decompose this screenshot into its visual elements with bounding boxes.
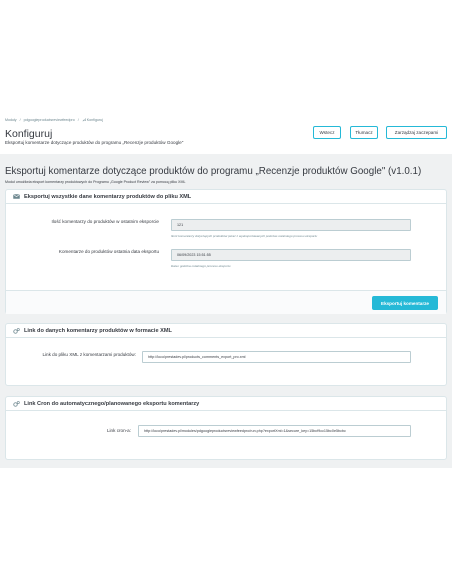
xml-link-label: Link do pliku XML z komentarzami produkt… <box>42 352 136 357</box>
export-count-label: Ilość komentarzy do produktów w ostatnim… <box>51 219 160 224</box>
cron-link-panel-header: Link Cron do automatycznego/planowanego … <box>6 397 446 411</box>
top-blank-area <box>0 0 452 118</box>
export-count-field: 121 <box>171 219 411 231</box>
export-count-help: Ilość komentarzy dotyczących produktów (… <box>171 234 318 238</box>
export-panel-header: Eksportuj wszystkie dane komentarzy prod… <box>6 190 446 204</box>
export-date-help: Data i godzina ostatniego procesu ekspor… <box>171 264 231 268</box>
page-title: Konfiguruj <box>5 128 53 140</box>
page-subtitle: Eksportuj komentarze dotyczące produktów… <box>5 140 184 145</box>
cron-link-panel: Link Cron do automatycznego/planowanego … <box>5 396 447 460</box>
export-panel: Eksportuj wszystkie dane komentarzy prod… <box>5 189 447 314</box>
export-date-field: 06/09/2023 15:51:55 <box>171 249 411 261</box>
xml-link-panel-title: Link do danych komentarzy produktów w fo… <box>24 327 172 334</box>
breadcrumb: Moduły / pdgoogleproductsreviewfeedpro /… <box>5 118 105 122</box>
breadcrumb-module-name[interactable]: pdgoogleproductsreviewfeedpro <box>24 118 75 122</box>
translate-button[interactable]: Tłumacz <box>350 126 378 139</box>
export-date-label: Komentarze do produktów ostatnia data ek… <box>58 249 159 254</box>
export-panel-title: Eksportuj wszystkie dane komentarzy prod… <box>24 193 192 200</box>
manage-hooks-button[interactable]: Zarządzaj zaczepami <box>386 126 447 139</box>
xml-link-panel: Link do danych komentarzy produktów w fo… <box>5 323 447 386</box>
envelope-icon <box>12 194 20 200</box>
breadcrumb-current: Konfiguruj <box>82 118 105 122</box>
back-button[interactable]: Wstecz <box>313 126 341 139</box>
cron-link-panel-title: Link Cron do automatycznego/planowanego … <box>24 400 200 407</box>
breadcrumb-modules[interactable]: Moduły <box>5 118 17 122</box>
cron-link-label: Link cron-a: <box>106 428 131 433</box>
export-comments-button[interactable]: Eksportuj komentarze <box>372 296 438 310</box>
cron-link-field[interactable]: http://loco/prestadev.pl/modules/pdgoogl… <box>138 425 411 437</box>
module-description: Moduł umożliwia eksport komentarzy produ… <box>5 180 186 184</box>
wrench-icon <box>82 118 87 122</box>
page-header: Moduły / pdgoogleproductsreviewfeedpro /… <box>0 118 452 154</box>
xml-link-panel-header: Link do danych komentarzy produktów w fo… <box>6 324 446 338</box>
main-content: Eksportuj komentarze dotyczące produktów… <box>0 154 452 468</box>
cogs-icon <box>12 327 20 334</box>
cogs-icon <box>12 400 20 407</box>
export-panel-footer: Eksportuj komentarze <box>6 290 446 314</box>
xml-link-field[interactable]: http://loco/prestadev.pl/products_commen… <box>142 351 411 363</box>
module-title: Eksportuj komentarze dotyczące produktów… <box>5 166 422 177</box>
